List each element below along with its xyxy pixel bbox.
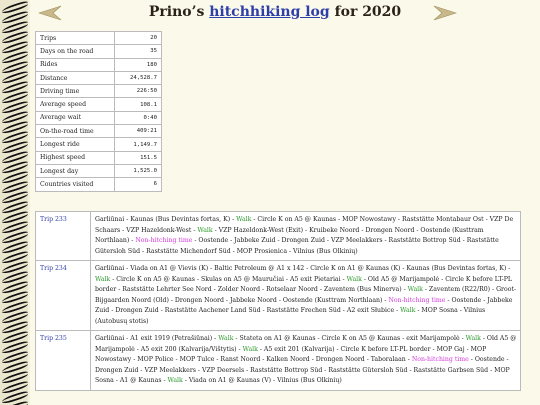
walk-label: Walk — [346, 275, 362, 283]
walk-label: Walk — [95, 275, 111, 283]
route-text: Garliūnai - Kaunas (Bus Devintas fortas,… — [95, 216, 237, 223]
stat-label: Longest ride — [35, 137, 115, 152]
stat-label: Days on the road — [35, 44, 115, 59]
trip-route-cell: Garliūnai - A1 exit 1919 (Petrašiūnai) -… — [90, 330, 521, 391]
page-title: Prino’s hitchhiking log for 2020 — [90, 4, 460, 20]
walk-label: Walk — [167, 377, 183, 384]
route-text: - Viada on A1 @ Kaunas (V) - Vilnius (Bu… — [182, 377, 342, 384]
stats-row: Countries visited 6 — [35, 177, 162, 192]
route-text: Garliūnai - A1 exit 1919 (Petrašiūnai) - — [95, 335, 219, 342]
stat-label: Distance — [35, 70, 115, 86]
stat-value: 6 — [114, 177, 162, 192]
trip-row: Trip 233 Garliūnai - Kaunas (Bus Devintas… — [35, 211, 521, 261]
stat-label: Driving time — [35, 84, 115, 99]
arrow-left-icon[interactable] — [38, 5, 62, 21]
trip-row: Trip 235 Garliūnai - A1 exit 1919 (Petraš… — [35, 330, 521, 391]
stat-value: 226:50 — [114, 84, 162, 99]
route-text: - Stateta on A1 @ Kaunas - Circle K on A… — [233, 335, 466, 342]
log-page: Prino’s hitchhiking log for 2020 Trips 20… — [30, 0, 540, 405]
stat-label: Highest speed — [35, 150, 115, 165]
walk-label: Walk — [407, 286, 423, 293]
trip-link[interactable]: Trip 235 — [40, 335, 67, 342]
stats-table: Trips 20 Days on the road 35 Rides 180 Distanc… — [35, 30, 162, 192]
page-header: Prino’s hitchhiking log for 2020 — [30, 0, 540, 28]
title-suffix: for 2020 — [329, 4, 402, 20]
trip-id-cell: Trip 235 — [35, 330, 91, 391]
stats-row: Rides 180 — [35, 57, 162, 72]
stat-value: 108.1 — [114, 97, 162, 112]
stat-value: 151.5 — [114, 150, 162, 165]
trips-table: Trip 233 Garliūnai - Kaunas (Bus Devintas… — [35, 211, 521, 391]
stat-label: On-the-road time — [35, 124, 115, 139]
title-prefix: Prino’s — [148, 4, 210, 20]
stat-label: Average wait — [35, 110, 115, 126]
stats-row: On-the-road time 409:21 — [35, 124, 162, 139]
trip-route-cell: Garliūnai - Kaunas (Bus Devintas fortas,… — [90, 211, 521, 261]
non-hitching-label: Non-hitching time — [411, 356, 469, 363]
stat-value: 409:21 — [114, 124, 162, 139]
stats-row: Driving time 226:50 — [35, 84, 162, 99]
stats-row: Highest speed 151.5 — [35, 150, 162, 165]
arrow-right-icon[interactable] — [433, 5, 457, 21]
stat-value: 180 — [114, 57, 162, 72]
stats-row: Trips 20 — [35, 30, 162, 46]
trip-id-cell: Trip 234 — [35, 260, 91, 331]
trip-link[interactable]: Trip 234 — [40, 265, 67, 272]
stat-label: Average speed — [35, 97, 115, 112]
trip-row: Trip 234 Garliūnai - Viada on A1 @ Vievis… — [35, 260, 521, 331]
stat-value: 35 — [114, 44, 162, 59]
stats-row: Average speed 108.1 — [35, 97, 162, 112]
stat-value: 1,149.7 — [114, 137, 162, 152]
walk-label: Walk — [218, 335, 234, 342]
trip-route-cell: Garliūnai - Viada on A1 @ Vievis (K) - B… — [90, 260, 521, 331]
stats-row: Longest day 1,525.0 — [35, 163, 162, 179]
stats-row: Average wait 0:40 — [35, 110, 162, 126]
route-text: - Circle K on A5 @ Kaunas - Skulas on A5… — [110, 275, 347, 283]
stat-label: Countries visited — [35, 177, 115, 192]
stat-value: 20 — [114, 30, 162, 46]
trip-link[interactable]: Trip 233 — [40, 216, 67, 223]
non-hitching-label: Non-hitching time — [388, 296, 446, 304]
stats-row: Longest ride 1,149.7 — [35, 137, 162, 152]
walk-label: Walk — [465, 335, 481, 342]
stats-row: Distance 24,528.7 — [35, 70, 162, 86]
walk-label: Walk — [197, 226, 213, 234]
walk-label: Walk — [400, 307, 416, 314]
route-text: Garliūnai - Viada on A1 @ Vievis (K) - B… — [95, 265, 511, 272]
stat-label: Trips — [35, 30, 115, 46]
stats-row: Days on the road 35 — [35, 44, 162, 59]
stat-label: Longest day — [35, 163, 115, 179]
stat-value: 24,528.7 — [114, 70, 162, 86]
stat-value: 0:40 — [114, 110, 162, 126]
stat-value: 1,525.0 — [114, 163, 162, 179]
trip-id-cell: Trip 233 — [35, 211, 91, 261]
stat-label: Rides — [35, 57, 115, 72]
non-hitching-label: Non-hitching time — [135, 237, 193, 244]
walk-label: Walk — [236, 216, 252, 223]
hitchhiking-log-link[interactable]: hitchhiking log — [209, 4, 329, 20]
walk-label: Walk — [242, 345, 258, 353]
spiral-binding — [0, 0, 28, 405]
